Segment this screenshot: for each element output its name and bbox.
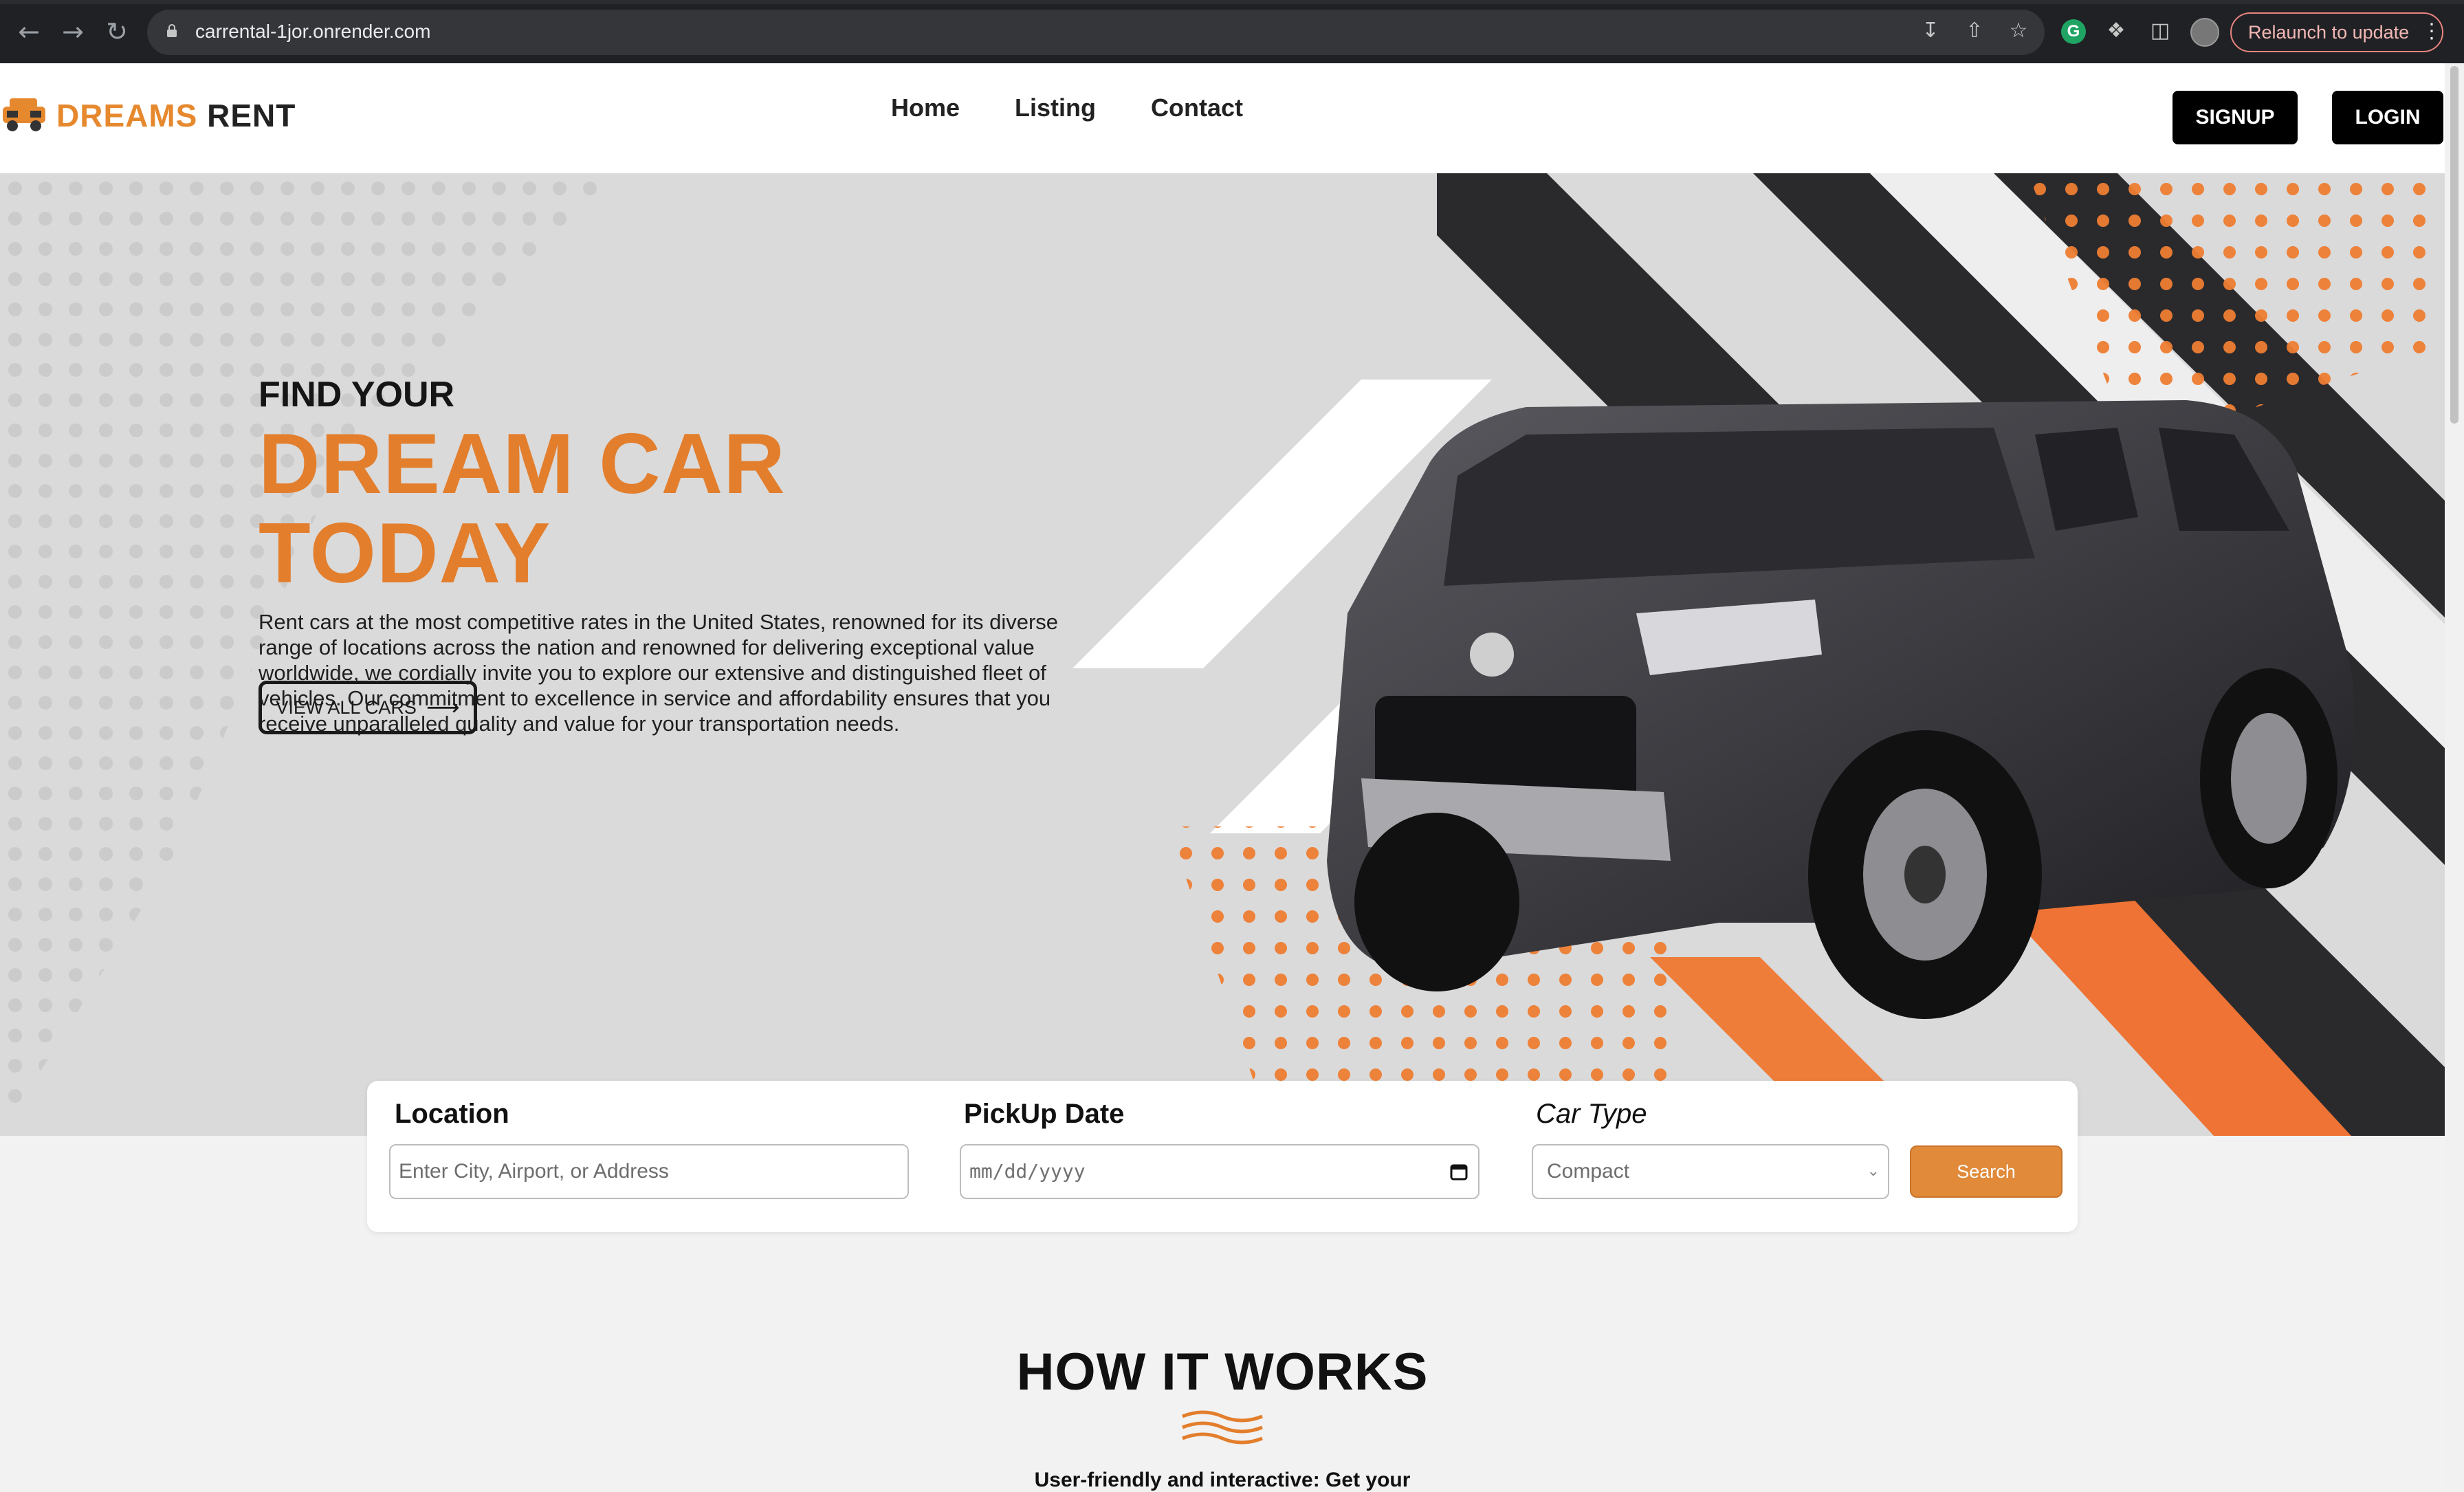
logo-car-icon — [3, 98, 45, 131]
install-icon[interactable]: ↧ — [1918, 19, 1943, 43]
tab-strip — [0, 0, 2464, 4]
view-all-cars-label: VIEW ALL CARS — [276, 696, 417, 718]
car-type-label: Car Type — [1536, 1099, 1647, 1129]
browser-menu-icon[interactable]: ⋮ — [2421, 19, 2442, 43]
search-button[interactable]: Search — [1910, 1145, 2062, 1198]
how-it-works-subtitle: User-friendly and interactive: Get your — [1034, 1469, 1411, 1491]
pickup-date-label: PickUp Date — [964, 1099, 1125, 1129]
logo[interactable]: DREAMS RENT — [0, 88, 296, 143]
main-navigation: Home Listing Contact — [891, 94, 1243, 122]
signup-button[interactable]: SIGNUP — [2172, 91, 2298, 144]
car-type-value: Compact — [1547, 1160, 1630, 1183]
logo-text-dreams: DREAMS — [56, 98, 198, 133]
extensions-icon[interactable]: ❖ — [2104, 19, 2128, 43]
car-type-select[interactable]: Compact ⌄ — [1532, 1144, 1889, 1199]
arrow-right-icon: ⟶ — [426, 694, 460, 721]
share-icon[interactable]: ⇧ — [1962, 19, 1987, 43]
pickup-date-placeholder: mm/dd/yyyy — [969, 1160, 1086, 1183]
pickup-date-input[interactable]: mm/dd/yyyy — [960, 1144, 1480, 1199]
hero-headline: DREAM CAR TODAY — [258, 417, 786, 602]
calendar-icon[interactable] — [1449, 1162, 1468, 1181]
side-panel-icon[interactable]: ◫ — [2148, 19, 2172, 43]
search-card: Location Enter City, Airport, or Address… — [367, 1081, 2078, 1232]
lock-icon — [167, 24, 177, 37]
grammarly-extension-icon[interactable]: G — [2061, 19, 2086, 44]
hero-section: FIND YOUR DREAM CAR TODAY Rent cars at t… — [0, 173, 2445, 1136]
location-label: Location — [395, 1099, 509, 1129]
view-all-cars-button[interactable]: VIEW ALL CARS ⟶ — [258, 681, 477, 734]
nav-contact[interactable]: Contact — [1151, 94, 1243, 122]
hero-eyebrow: FIND YOUR — [258, 375, 455, 415]
forward-arrow-icon[interactable]: → — [58, 17, 88, 47]
logo-text-rent: RENT — [207, 98, 296, 133]
waves-icon — [1182, 1410, 1263, 1445]
nav-listing[interactable]: Listing — [1015, 94, 1096, 122]
address-bar[interactable]: carrental-1jor.onrender.com — [147, 10, 2045, 55]
url-text: carrental-1jor.onrender.com — [195, 21, 431, 42]
how-it-works-title: HOW IT WORKS — [1016, 1343, 1429, 1401]
nav-home[interactable]: Home — [891, 94, 960, 122]
reload-icon[interactable]: ↻ — [102, 17, 132, 47]
location-input[interactable]: Enter City, Airport, or Address — [389, 1144, 909, 1199]
star-icon[interactable]: ☆ — [2006, 19, 2031, 43]
relaunch-button[interactable]: Relaunch to update — [2230, 12, 2443, 52]
site-header: DREAMS RENT Home Listing Contact SIGNUP … — [0, 63, 2445, 173]
login-button[interactable]: LOGIN — [2332, 91, 2443, 144]
profile-avatar[interactable] — [2190, 18, 2219, 47]
back-arrow-icon[interactable]: ← — [14, 17, 44, 47]
page-scrollbar-thumb[interactable] — [2450, 66, 2458, 424]
chevron-down-icon: ⌄ — [1867, 1163, 1880, 1180]
browser-toolbar: ← → ↻ carrental-1jor.onrender.com ↧ ⇧ ☆ … — [0, 0, 2464, 63]
